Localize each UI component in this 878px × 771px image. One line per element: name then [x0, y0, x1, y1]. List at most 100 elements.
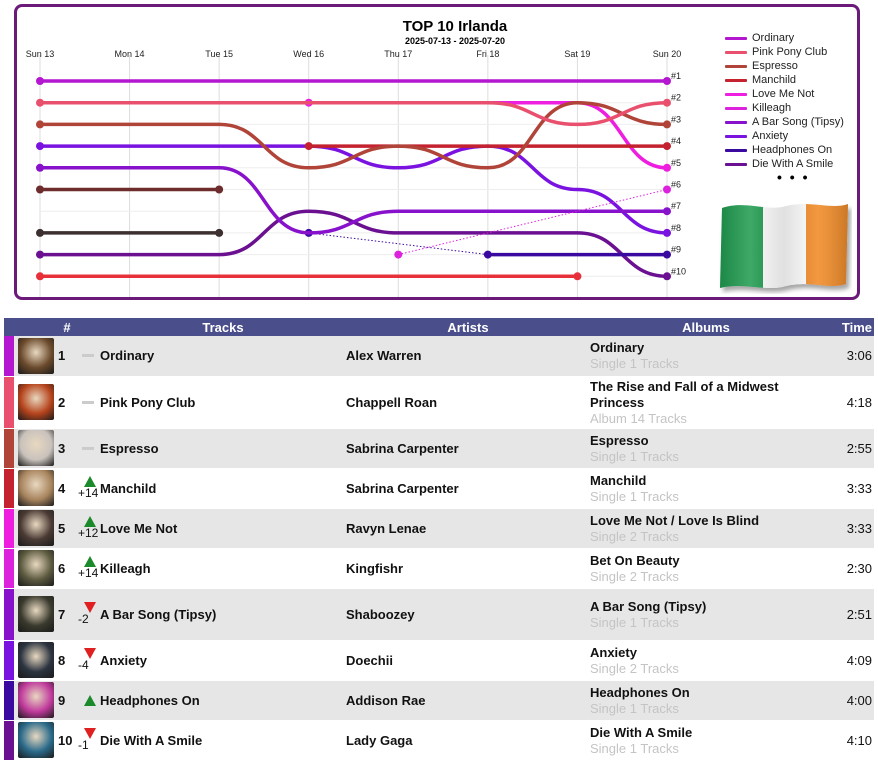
- table-row[interactable]: 7 -2 A Bar Song (Tipsy) Shaboozey A Bar Song…: [4, 588, 874, 640]
- track-title[interactable]: Espresso: [100, 428, 346, 468]
- table-row[interactable]: 5 +12 Love Me Not Ravyn Lenae Love Me Not / …: [4, 508, 874, 548]
- album-cover-image[interactable]: [18, 722, 54, 758]
- album-name[interactable]: Love Me Not / Love Is Blind: [590, 513, 822, 529]
- album-name[interactable]: Ordinary: [590, 340, 822, 356]
- track-title[interactable]: A Bar Song (Tipsy): [100, 588, 346, 640]
- table-row[interactable]: 1 Ordinary Alex Warren Ordinary Single 1 Tra…: [4, 336, 874, 376]
- series-line-point: [394, 250, 403, 259]
- rank-label: #8: [671, 223, 681, 233]
- artist-name[interactable]: Shaboozey: [346, 588, 590, 640]
- legend-item[interactable]: Killeagh: [725, 101, 844, 115]
- artist-name[interactable]: Alex Warren: [346, 336, 590, 376]
- album-cover-image[interactable]: [18, 642, 54, 678]
- album-cover-image[interactable]: [18, 470, 54, 506]
- table-row[interactable]: 3 Espresso Sabrina Carpenter Espresso Single…: [4, 428, 874, 468]
- track-duration: 2:30: [822, 548, 874, 588]
- rank-label: #3: [671, 114, 681, 124]
- album-cover-image[interactable]: [18, 550, 54, 586]
- artist-name[interactable]: Kingfishr: [346, 548, 590, 588]
- series-line-point: [36, 250, 44, 259]
- album-name[interactable]: Manchild: [590, 473, 822, 489]
- series-line: [38, 100, 669, 170]
- series-line-point: [663, 228, 671, 237]
- legend-label: Anxiety: [752, 130, 789, 142]
- legend-item[interactable]: Ordinary: [725, 31, 844, 45]
- series-line-point: [663, 185, 671, 194]
- album-cover-image[interactable]: [18, 510, 54, 546]
- album-cell: Die With A Smile Single 1 Tracks: [590, 720, 822, 760]
- legend-item[interactable]: Headphones On: [725, 143, 844, 157]
- album-cover-image[interactable]: [18, 682, 54, 718]
- trend-cell: [78, 376, 100, 428]
- table-row[interactable]: 10 -1 Die With A Smile Lady Gaga Die With A …: [4, 720, 874, 760]
- album-cover-image[interactable]: [18, 337, 54, 374]
- legend-swatch: [725, 134, 747, 138]
- other-series-line-point: [36, 272, 44, 281]
- track-title[interactable]: Love Me Not: [100, 508, 346, 548]
- row-color-strip: [4, 680, 14, 720]
- album-name[interactable]: The Rise and Fall of a Midwest Princess: [590, 379, 822, 411]
- legend-swatch: [725, 120, 747, 124]
- album-name[interactable]: Headphones On: [590, 685, 822, 701]
- table-row[interactable]: 2 Pink Pony Club Chappell Roan The Rise and…: [4, 376, 874, 428]
- artist-name[interactable]: Sabrina Carpenter: [346, 428, 590, 468]
- table-row[interactable]: 4 +14 Manchild Sabrina Carpenter Manchild Sin…: [4, 468, 874, 508]
- series-line-point: [304, 142, 313, 151]
- trend-cell: +14: [78, 548, 100, 588]
- legend-item[interactable]: Love Me Not: [725, 87, 844, 101]
- table-row[interactable]: 8 -4 Anxiety Doechii Anxiety Single 2 Tracks 4…: [4, 640, 874, 680]
- row-color-strip: [4, 428, 14, 468]
- album-name[interactable]: Bet On Beauty: [590, 553, 822, 569]
- artist-name[interactable]: Sabrina Carpenter: [346, 468, 590, 508]
- track-title[interactable]: Die With A Smile: [100, 720, 346, 760]
- album-cover-image[interactable]: [18, 596, 54, 632]
- x-tick-label: Fri 18: [476, 49, 499, 59]
- legend-item[interactable]: Manchild: [725, 73, 844, 87]
- legend-more-indicator[interactable]: • • •: [777, 170, 844, 184]
- artist-name[interactable]: Ravyn Lenae: [346, 508, 590, 548]
- track-title[interactable]: Killeagh: [100, 548, 346, 588]
- series-line-point: [663, 120, 671, 129]
- artist-name[interactable]: Chappell Roan: [346, 376, 590, 428]
- track-duration: 3:06: [822, 336, 874, 376]
- legend-item[interactable]: Espresso: [725, 59, 844, 73]
- legend-item[interactable]: A Bar Song (Tipsy): [725, 115, 844, 129]
- table-header: # Tracks Artists Albums Time: [4, 318, 874, 336]
- header-artists[interactable]: Artists: [346, 318, 590, 336]
- track-title[interactable]: Anxiety: [100, 640, 346, 680]
- series-line: [38, 100, 669, 127]
- album-name[interactable]: A Bar Song (Tipsy): [590, 599, 822, 615]
- x-tick-label: Mon 14: [115, 49, 145, 59]
- album-name[interactable]: Anxiety: [590, 645, 822, 661]
- legend-item[interactable]: Anxiety: [725, 129, 844, 143]
- album-name[interactable]: Espresso: [590, 433, 822, 449]
- legend-item[interactable]: Pink Pony Club: [725, 45, 844, 59]
- series-line-point: [663, 77, 671, 85]
- album-name[interactable]: Die With A Smile: [590, 725, 822, 741]
- album-cover-image[interactable]: [18, 384, 54, 420]
- x-tick-label: Sun 13: [26, 49, 55, 59]
- track-title[interactable]: Ordinary: [100, 336, 346, 376]
- album-cover-image[interactable]: [18, 430, 54, 466]
- track-duration: 4:09: [822, 640, 874, 680]
- header-time[interactable]: Time: [822, 318, 874, 336]
- header-albums[interactable]: Albums: [590, 318, 822, 336]
- table-row[interactable]: 6 +14 Killeagh Kingfishr Bet On Beauty Single…: [4, 548, 874, 588]
- row-color-strip: [4, 468, 14, 508]
- table-row[interactable]: 9 Headphones On Addison Rae Headphones On Si…: [4, 680, 874, 720]
- artist-name[interactable]: Doechii: [346, 640, 590, 680]
- series-line-point: [483, 250, 492, 259]
- artist-name[interactable]: Lady Gaga: [346, 720, 590, 760]
- track-title[interactable]: Manchild: [100, 468, 346, 508]
- legend-swatch: [725, 78, 747, 82]
- track-title[interactable]: Headphones On: [100, 680, 346, 720]
- header-tracks[interactable]: Tracks: [100, 318, 346, 336]
- legend-swatch: [725, 106, 747, 110]
- track-title[interactable]: Pink Pony Club: [100, 376, 346, 428]
- rank-number: 4: [56, 468, 78, 508]
- artist-name[interactable]: Addison Rae: [346, 680, 590, 720]
- other-series-line-point: [36, 185, 44, 194]
- track-duration: 3:33: [822, 508, 874, 548]
- track-duration: 2:51: [822, 588, 874, 640]
- rank-label: #7: [671, 201, 681, 211]
